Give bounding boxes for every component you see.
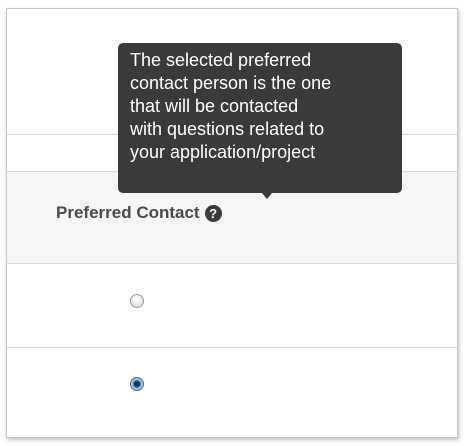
tooltip-arrow — [262, 193, 272, 199]
tooltip-line: with questions related to — [130, 119, 325, 139]
tooltip-line: that will be contacted — [130, 96, 299, 116]
preferred-contact-radio-1[interactable] — [130, 294, 144, 308]
tooltip-line: your application/project — [130, 142, 316, 162]
table-row — [7, 263, 457, 348]
preferred-contact-radio-2[interactable] — [130, 377, 144, 391]
help-tooltip: The selected preferred contact person is… — [118, 43, 402, 193]
table-row — [7, 347, 457, 437]
question-circle-icon[interactable]: ? — [204, 204, 222, 222]
tooltip-line: contact person is the one — [130, 73, 332, 93]
tooltip-line: The selected preferred — [130, 50, 312, 70]
preferred-contact-label: Preferred Contact — [56, 203, 200, 222]
preferred-contact-column-header: Preferred Contact ? — [56, 203, 222, 223]
